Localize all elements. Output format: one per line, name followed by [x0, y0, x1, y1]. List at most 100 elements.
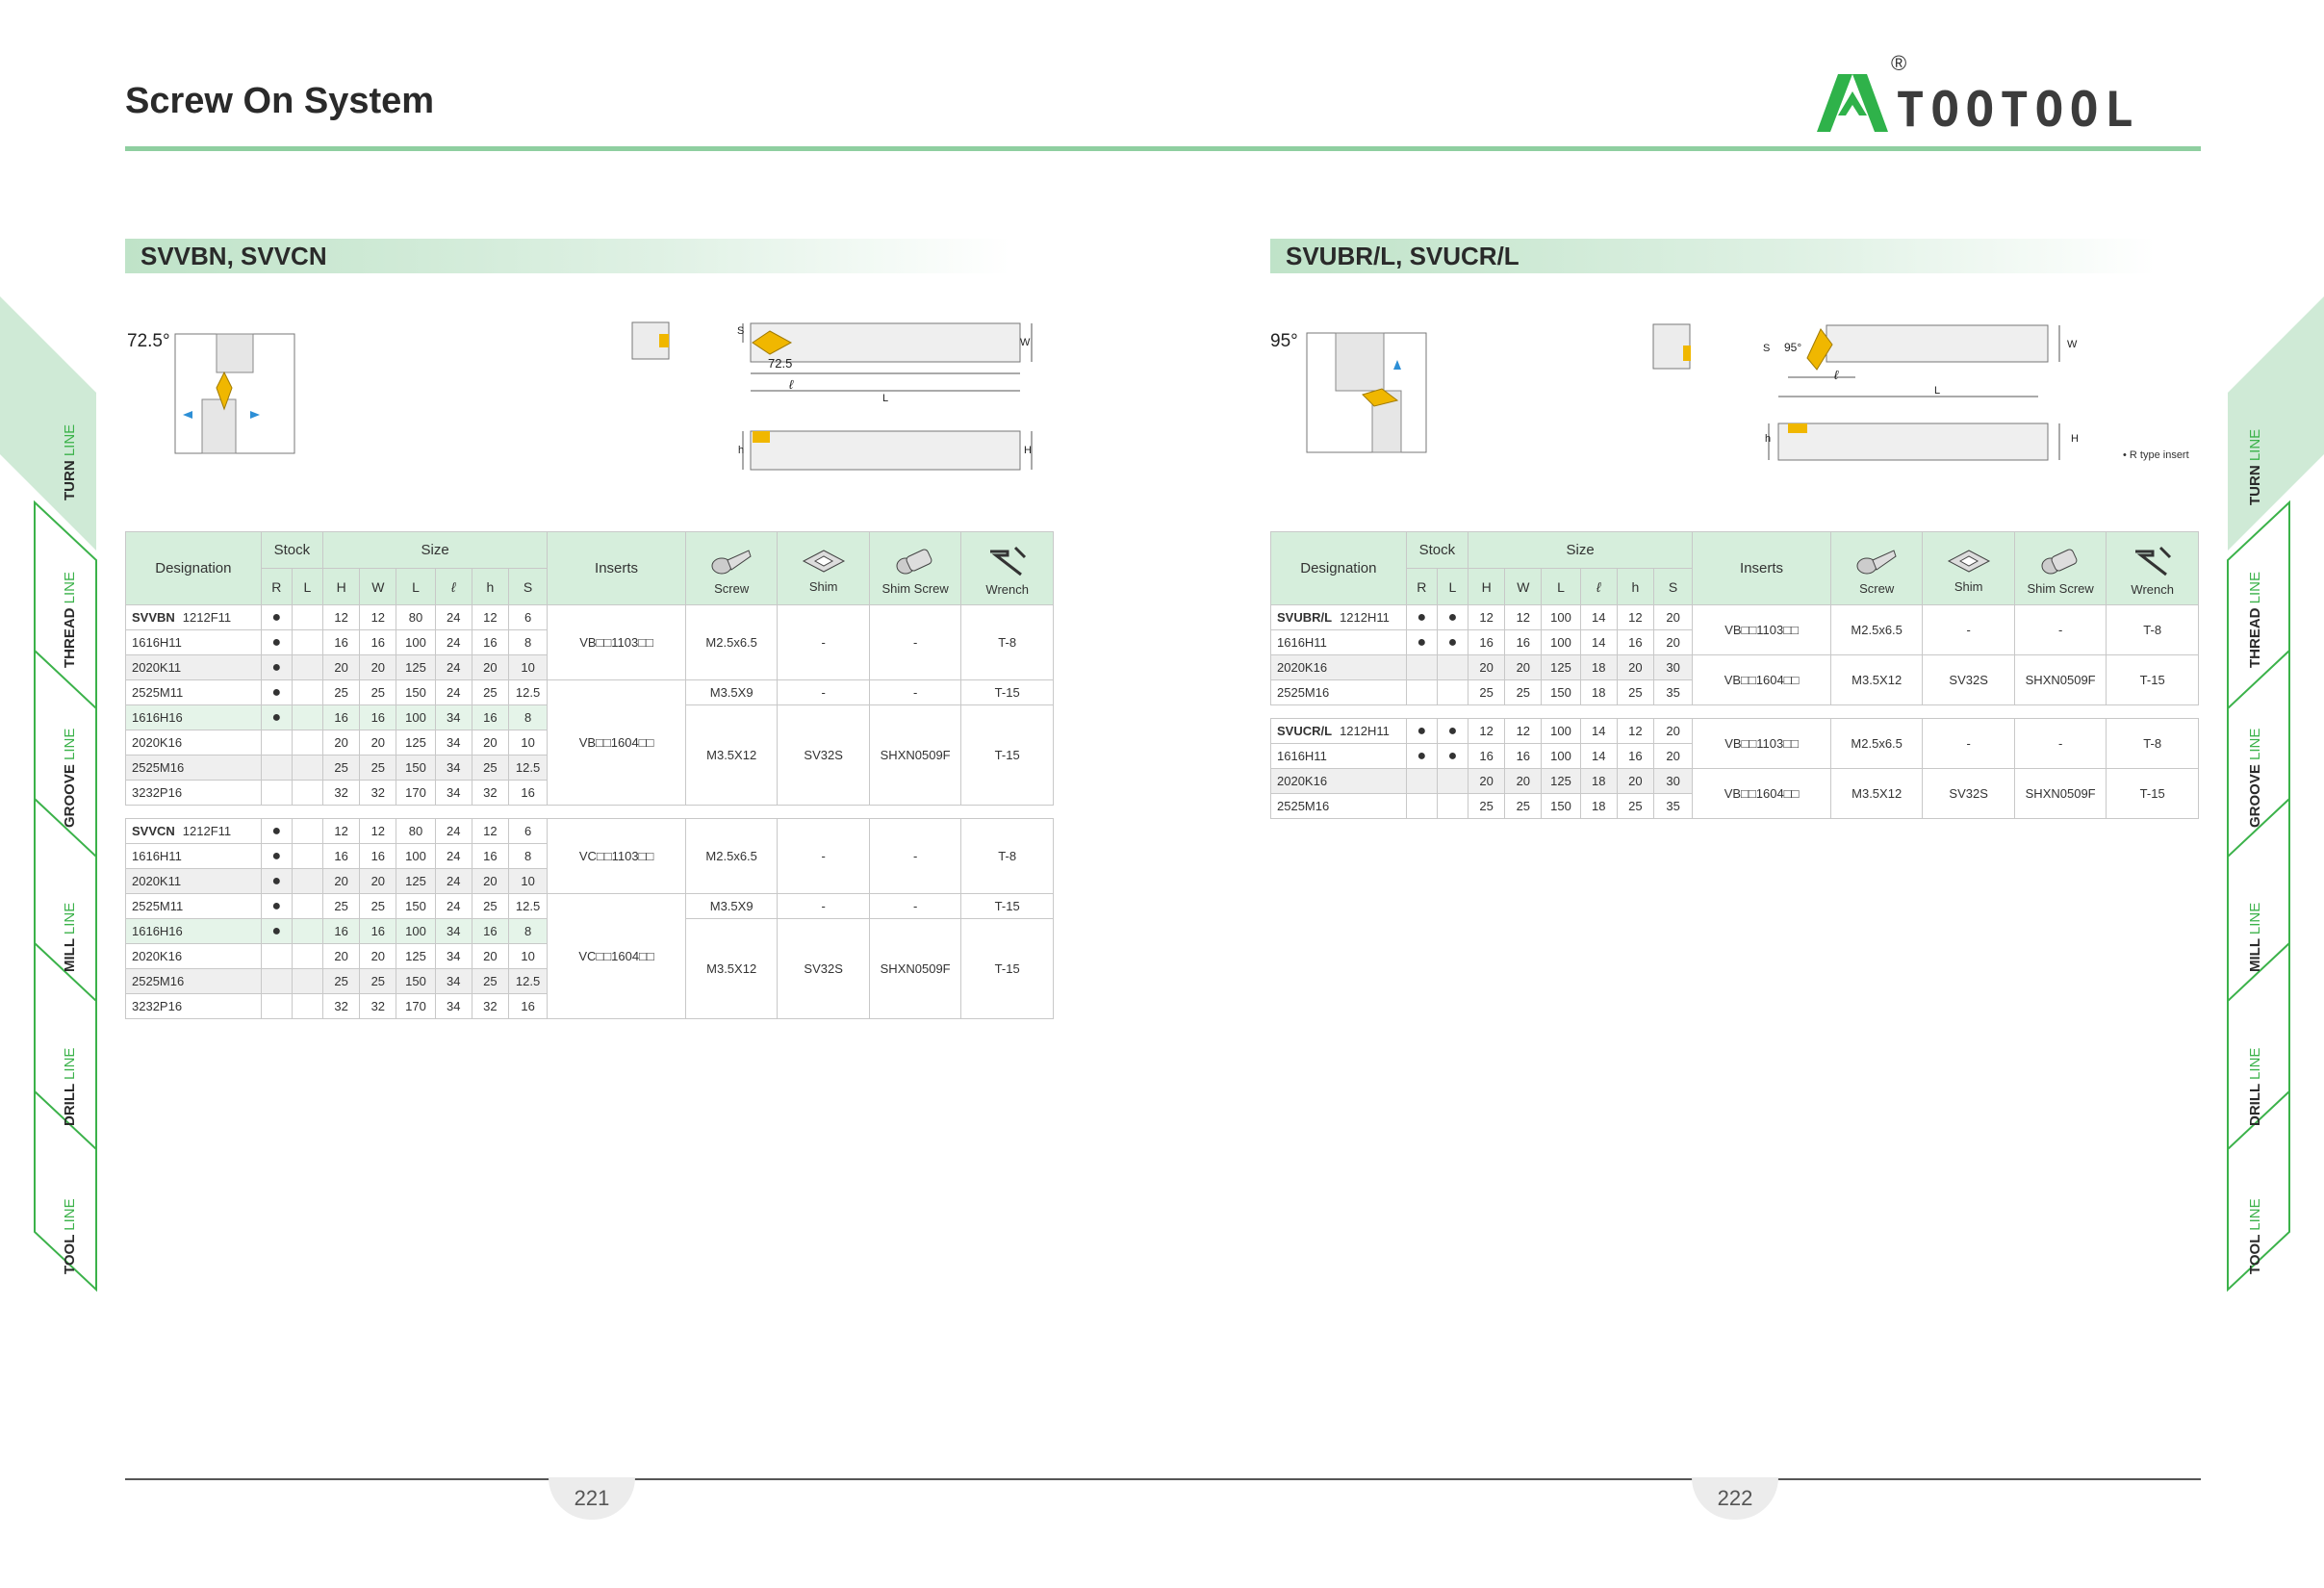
cell-l [291, 893, 324, 919]
cell-S: 35 [1652, 793, 1694, 819]
cell-L: 100 [1541, 718, 1581, 744]
screw-cell: M2.5x6.5 [1829, 718, 1924, 769]
cell-ell: 24 [434, 629, 472, 655]
cell-r: ● [260, 679, 293, 705]
cell-W: 25 [359, 893, 397, 919]
cell-H: 32 [322, 780, 361, 806]
designation-cell: 2020K16 [125, 943, 262, 969]
cell-h: 16 [471, 918, 509, 944]
left-dim-l: L [882, 393, 889, 404]
cell-l [291, 604, 324, 630]
cell-r [260, 755, 293, 781]
designation-cell: SVUCR/L 1212H11 [1270, 718, 1407, 744]
header-H: H [1468, 568, 1506, 605]
header-wrench: Wrench [2106, 531, 2199, 605]
cell-W: 12 [1504, 604, 1543, 630]
designation-cell: 1616H11 [125, 629, 262, 655]
cell-S: 8 [507, 704, 549, 730]
cell-W: 20 [359, 943, 397, 969]
screw-cell: M3.5X9 [684, 679, 779, 705]
cell-L: 100 [396, 918, 436, 944]
cell-l: ● [1436, 629, 1469, 655]
cell-L: 100 [396, 629, 436, 655]
screw-cell: M3.5X12 [1829, 768, 1924, 819]
header-designation: Designation [1270, 531, 1407, 605]
wrench-cell: T-8 [960, 604, 1054, 680]
cell-L: 100 [1541, 604, 1581, 630]
cell-H: 25 [322, 679, 361, 705]
cell-W: 25 [1504, 793, 1543, 819]
cell-L: 100 [1541, 743, 1581, 769]
group-separator [125, 805, 1054, 819]
group-name: SVUBR/L [1277, 610, 1333, 625]
cell-H: 20 [1468, 768, 1506, 794]
cell-H: 16 [322, 704, 361, 730]
cell-H: 16 [1468, 743, 1506, 769]
brand-logo: ® TOOTOOL [1809, 51, 2204, 140]
left-side-view-icon [742, 322, 1033, 471]
group-name: SVVBN [132, 610, 175, 625]
cell-L: 125 [396, 654, 436, 680]
cell-L: 150 [396, 968, 436, 994]
table-row: 2525M11 ● 25 25 150 24 25 12.5 VB□□1604□□ M3.5X9-… [125, 679, 1054, 806]
table-row: 2020K16 20 20 125 18 20 30 VB□□1604□□ M3.5X12 SV3… [1270, 654, 2199, 705]
cell-l [291, 629, 324, 655]
cell-ell: 34 [434, 780, 472, 806]
side-tab-tool[interactable]: TOOL LINE [2241, 1198, 2318, 1467]
logo-mark-icon [1817, 74, 1888, 132]
header-size: Size [322, 531, 549, 569]
cell-r: ● [260, 704, 293, 730]
wrench-icon [2134, 546, 2171, 576]
page-title: Screw On System [125, 81, 435, 121]
cell-h: 32 [471, 993, 509, 1019]
cell-ell: 24 [434, 654, 472, 680]
cell-h: 16 [1616, 743, 1654, 769]
designation-cell: 2525M16 [1270, 793, 1407, 819]
cell-L: 80 [396, 604, 436, 630]
cell-S: 20 [1652, 629, 1694, 655]
cell-L: 125 [1541, 768, 1581, 794]
designation-cell: 2020K16 [125, 730, 262, 756]
cell-r: ● [1405, 718, 1438, 744]
left-angle-label: 72.5° [127, 331, 170, 351]
side-tab-tool[interactable]: TOOL LINE [56, 1198, 133, 1467]
shim-cell: SV32S [777, 704, 870, 806]
cell-ell: 14 [1579, 743, 1618, 769]
cell-H: 16 [322, 918, 361, 944]
wrench-cell: T-8 [960, 818, 1054, 894]
designation-cell: 2020K16 [1270, 654, 1407, 680]
left-dim-ell: ℓ [789, 377, 794, 392]
inserts-cell: VB□□1604□□ [1692, 768, 1831, 819]
header-h: h [1616, 568, 1654, 605]
designation-cell: SVUBR/L 1212H11 [1270, 604, 1407, 630]
shim-screw-cell: - [2013, 604, 2107, 655]
cell-L: 150 [1541, 793, 1581, 819]
header-W: W [1504, 568, 1543, 605]
cell-r [260, 780, 293, 806]
shim-cell: - [1922, 604, 2015, 655]
designation-cell: 1616H16 [125, 918, 262, 944]
cell-h: 20 [471, 730, 509, 756]
cell-S: 10 [507, 654, 549, 680]
designation-cell: 1616H11 [125, 843, 262, 869]
cell-H: 25 [1468, 793, 1506, 819]
right-dim-h-large: H [2071, 433, 2079, 445]
right-dim-h-small: h [1765, 433, 1772, 445]
right-spec-table: Designation Stock Size Inserts Screw Shi… [1270, 531, 2199, 819]
cell-L: 100 [1541, 629, 1581, 655]
cell-r: ● [260, 818, 293, 844]
screw-icon [711, 550, 752, 575]
cell-r [1405, 654, 1438, 680]
cell-H: 16 [322, 629, 361, 655]
shim-cell: - [777, 679, 870, 705]
designation-cell: 1616H16 [125, 704, 262, 730]
cell-H: 25 [322, 755, 361, 781]
right-end-view-icon [1652, 323, 1691, 370]
cell-S: 35 [1652, 679, 1694, 705]
shim-cell: - [777, 604, 870, 680]
cell-H: 20 [322, 943, 361, 969]
cell-l [291, 679, 324, 705]
cell-r [1405, 679, 1438, 705]
cell-H: 32 [322, 993, 361, 1019]
header-screw: Screw [1829, 531, 1924, 605]
